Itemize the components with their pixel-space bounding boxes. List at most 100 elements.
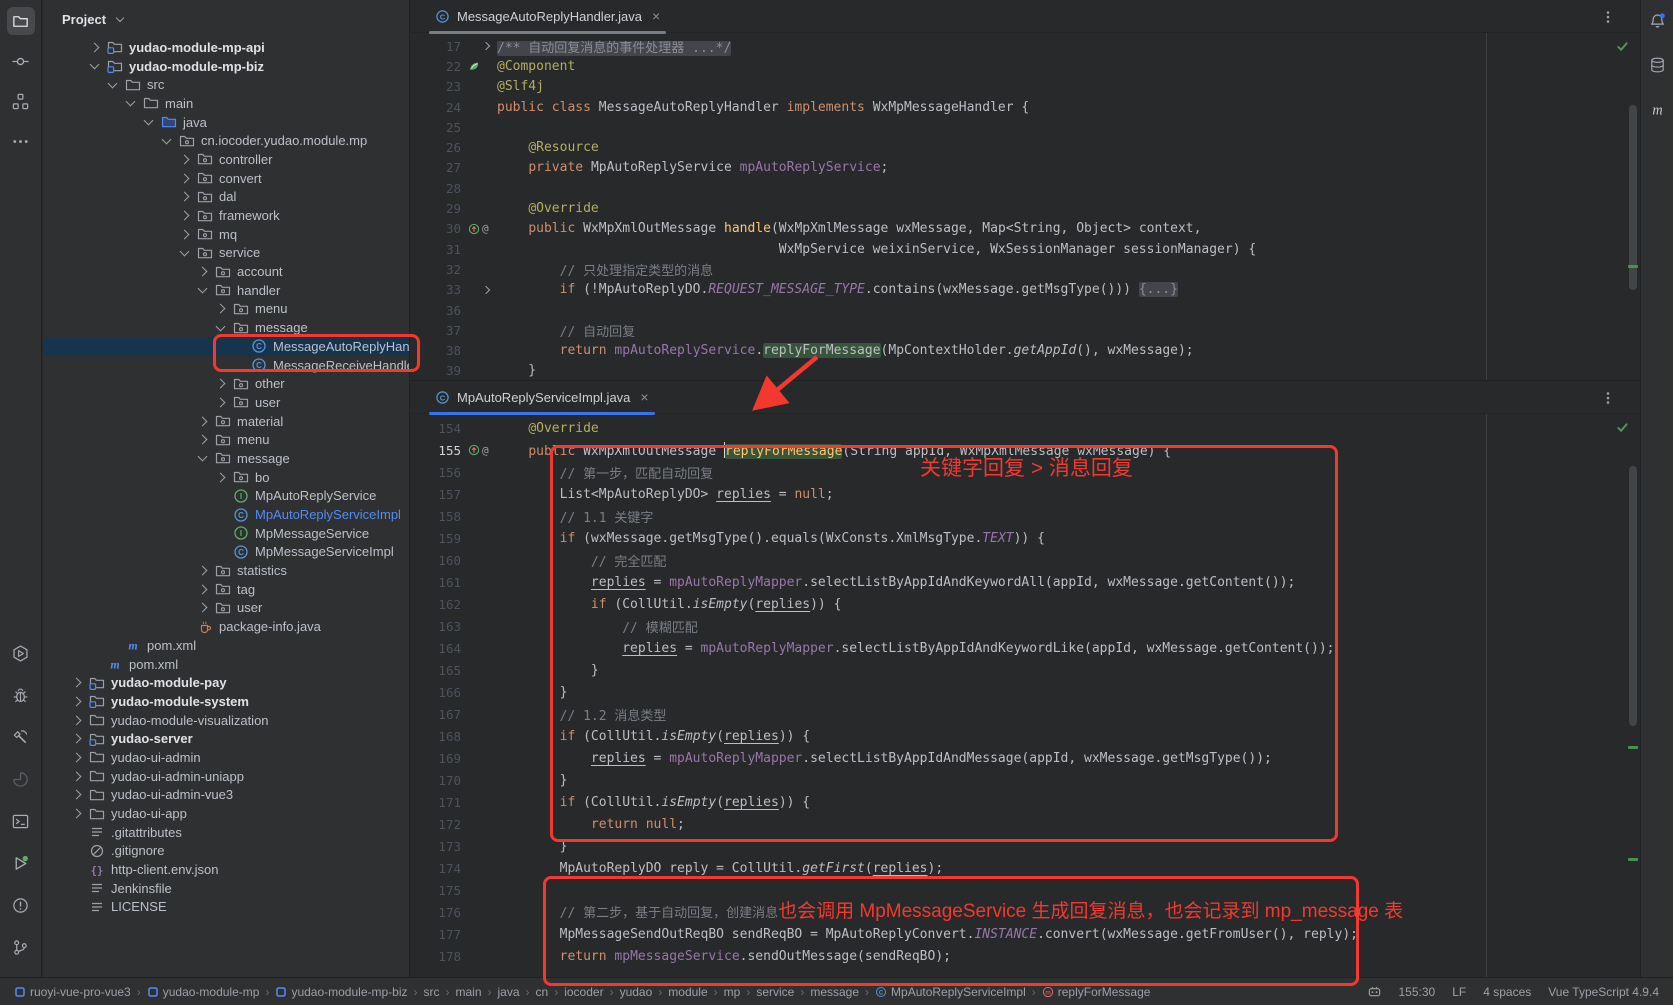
code-line[interactable]: 37 // 自动回复 <box>411 320 1640 340</box>
code-line[interactable]: 17/** 自动回复消息的事件处理器 ...*/ <box>411 36 1640 56</box>
chevron-icon[interactable] <box>180 173 190 183</box>
code-line[interactable]: 25 <box>411 117 1640 137</box>
breadcrumb-item[interactable]: service <box>756 985 794 999</box>
tree-row[interactable]: yudao-server <box>43 729 409 748</box>
tree-row[interactable]: .gitattributes <box>43 823 409 842</box>
tree-row[interactable]: yudao-module-visualization <box>43 711 409 730</box>
commit-button[interactable] <box>7 47 35 75</box>
code-line[interactable]: 161 replies = mpAutoReplyMapper.selectLi… <box>411 571 1640 593</box>
close-icon[interactable]: × <box>640 389 648 405</box>
chevron-icon[interactable] <box>216 321 226 331</box>
tree-row[interactable]: account <box>43 262 409 281</box>
code-line[interactable]: 168 if (CollUtil.isEmpty(replies)) { <box>411 725 1640 747</box>
tree-row[interactable]: yudao-ui-admin-uniapp <box>43 767 409 786</box>
scrollbar-thumb[interactable] <box>1629 466 1637 726</box>
fold-icon[interactable] <box>482 285 490 293</box>
code-line[interactable]: 155@ public WxMpXmlOutMessage replyForMe… <box>411 439 1640 461</box>
chevron-icon[interactable] <box>72 753 82 763</box>
chevron-icon[interactable] <box>180 192 190 202</box>
editor-options-icon[interactable] <box>1600 390 1616 406</box>
tree-row[interactable]: message <box>43 318 409 337</box>
chevron-icon[interactable] <box>144 116 154 126</box>
code-line[interactable]: 22@Component <box>411 56 1640 76</box>
database-button[interactable] <box>1648 56 1667 80</box>
project-header[interactable]: Project <box>43 0 409 38</box>
chevron-icon[interactable] <box>162 134 172 144</box>
tree-row[interactable]: statistics <box>43 561 409 580</box>
tree-row[interactable]: other <box>43 374 409 393</box>
tree-row[interactable]: material <box>43 412 409 431</box>
status-item[interactable]: Vue TypeScript 4.9.4 <box>1548 985 1659 999</box>
tree-row[interactable]: yudao-module-system <box>43 692 409 711</box>
tree-row[interactable]: dal <box>43 188 409 207</box>
chevron-icon[interactable] <box>180 229 190 239</box>
chevron-icon[interactable] <box>216 397 226 407</box>
breadcrumb-item[interactable]: module <box>668 985 707 999</box>
notifications-button[interactable] <box>1648 12 1667 36</box>
code-line[interactable]: 160 // 完全匹配 <box>411 549 1640 571</box>
more-button[interactable] <box>7 127 35 155</box>
breadcrumb-item[interactable]: yudao <box>620 985 653 999</box>
breadcrumb-item[interactable]: iocoder <box>564 985 603 999</box>
fold-icon[interactable] <box>482 42 490 50</box>
tree-row[interactable]: message <box>43 449 409 468</box>
chevron-icon[interactable] <box>108 78 118 88</box>
tab-message-auto-reply-handler[interactable]: C MessageAutoReplyHandler.java × <box>425 0 670 33</box>
chevron-icon[interactable] <box>72 809 82 819</box>
status-item[interactable]: LF <box>1452 985 1466 999</box>
code-line[interactable]: 171 if (CollUtil.isEmpty(replies)) { <box>411 791 1640 813</box>
build-button[interactable] <box>7 723 35 751</box>
code-line[interactable]: 162 if (CollUtil.isEmpty(replies)) { <box>411 593 1640 615</box>
tree-row[interactable]: yudao-module-pay <box>43 673 409 692</box>
tree-row[interactable]: controller <box>43 150 409 169</box>
code-line[interactable]: 36 <box>411 300 1640 320</box>
breadcrumb[interactable]: ruoyi-vue-pro-vue3›yudao-module-mp›yudao… <box>14 985 1359 999</box>
breadcrumb-item[interactable]: yudao-module-mp <box>147 985 260 999</box>
chevron-icon[interactable] <box>198 603 208 613</box>
debug-button[interactable] <box>7 681 35 709</box>
chevron-icon[interactable] <box>72 734 82 744</box>
tree-row[interactable]: main <box>43 94 409 113</box>
chevron-icon[interactable] <box>216 304 226 314</box>
project-folder-button[interactable] <box>7 7 35 35</box>
tree-row[interactable]: convert <box>43 169 409 188</box>
code-line[interactable]: 169 replies = mpAutoReplyMapper.selectLi… <box>411 747 1640 769</box>
code-line[interactable]: 28 <box>411 178 1640 198</box>
tree-row[interactable]: bo <box>43 468 409 487</box>
breadcrumb-item[interactable]: main <box>456 985 482 999</box>
tree-row[interactable]: IMpMessageService <box>43 524 409 543</box>
breadcrumb-item[interactable]: CMpAutoReplyServiceImpl <box>875 985 1026 999</box>
code-line[interactable]: 165 } <box>411 659 1640 681</box>
tree-row[interactable]: LICENSE <box>43 898 409 917</box>
chevron-icon[interactable] <box>72 696 82 706</box>
inspections-ok-icon[interactable] <box>1616 421 1629 434</box>
chevron-icon[interactable] <box>90 42 100 52</box>
chevron-icon[interactable] <box>198 267 208 277</box>
tree-row[interactable]: service <box>43 244 409 263</box>
tree-row[interactable]: Jenkinsfile <box>43 879 409 898</box>
code-line[interactable]: 175 <box>411 879 1640 901</box>
breadcrumb-item[interactable]: cn <box>536 985 549 999</box>
tree-row[interactable]: {}http-client.env.json <box>43 860 409 879</box>
chevron-icon[interactable] <box>198 284 208 294</box>
structure-button[interactable] <box>7 87 35 115</box>
code-line[interactable]: 172 return null; <box>411 813 1640 835</box>
tree-row[interactable]: package-info.java <box>43 617 409 636</box>
tree-row[interactable]: .gitignore <box>43 842 409 861</box>
code-line[interactable]: 27 private MpAutoReplyService mpAutoRepl… <box>411 158 1640 178</box>
tree-row[interactable]: framework <box>43 206 409 225</box>
code-line[interactable]: 158 // 1.1 关键字 <box>411 505 1640 527</box>
chevron-icon[interactable] <box>126 97 136 107</box>
profiler-button[interactable] <box>7 765 35 793</box>
tree-row[interactable]: src <box>43 75 409 94</box>
tree-row[interactable]: user <box>43 393 409 412</box>
tree-row[interactable]: yudao-ui-admin-vue3 <box>43 786 409 805</box>
chevron-icon[interactable] <box>198 584 208 594</box>
chevron-icon[interactable] <box>198 416 208 426</box>
code-line[interactable]: 164 replies = mpAutoReplyMapper.selectLi… <box>411 637 1640 659</box>
code-line[interactable]: 170 } <box>411 769 1640 791</box>
code-line[interactable]: 24public class MessageAutoReplyHandler i… <box>411 97 1640 117</box>
tree-row[interactable]: yudao-module-mp-api <box>43 38 409 57</box>
code-line[interactable]: 167 // 1.2 消息类型 <box>411 703 1640 725</box>
maven-tool-button[interactable]: m <box>1648 100 1667 124</box>
